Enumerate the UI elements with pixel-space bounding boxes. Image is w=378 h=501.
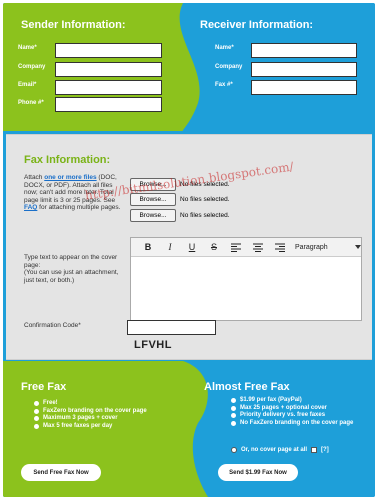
sender-name-input[interactable] [55, 43, 162, 58]
cover-text-note: (You can use just an attachment, just te… [24, 269, 119, 284]
underline-button[interactable]: U [181, 238, 203, 257]
faq-link[interactable]: FAQ [24, 204, 37, 211]
file-input-2[interactable]: Browse... No files selected. [130, 193, 230, 206]
receiver-company-label: Company [215, 64, 243, 70]
no-cover-option: Or, no cover page at all [?] [231, 447, 329, 453]
italic-button[interactable]: I [159, 238, 181, 257]
cover-text-editor[interactable]: B I U S Paragraph [130, 237, 362, 321]
send-paid-fax-button[interactable]: Send $1.99 Fax Now [218, 464, 298, 481]
no-cover-radio[interactable] [231, 447, 237, 453]
bullet-icon [231, 413, 236, 419]
receiver-fax-label: Fax #* [215, 82, 233, 88]
cover-text-label: Type text to appear on the cover page: [24, 254, 118, 269]
no-file-label-3: No files selected. [180, 212, 230, 219]
send-free-fax-button[interactable]: Send Free Fax Now [21, 464, 101, 481]
strikethrough-button[interactable]: S [203, 238, 225, 257]
list-item: Maximum 3 pages + cover [34, 415, 147, 423]
receiver-name-input[interactable] [251, 43, 357, 58]
bullet-icon [231, 398, 236, 404]
bullet-icon [34, 408, 39, 414]
align-left-button[interactable] [225, 238, 247, 257]
free-fax-features: Free! FaxZero branding on the cover page… [34, 400, 147, 430]
align-right-icon [275, 243, 285, 252]
sender-email-input[interactable] [55, 80, 162, 95]
feature-text: FaxZero branding on the cover page [43, 407, 147, 414]
sender-phone-input[interactable] [55, 97, 162, 112]
almost-free-fax-title: Almost Free Fax [204, 381, 290, 393]
browse-button-3[interactable]: Browse... [130, 209, 176, 222]
list-item: Max 5 free faxes per day [34, 423, 147, 431]
align-left-icon [231, 243, 241, 252]
bullet-icon [34, 416, 39, 422]
bullet-icon [34, 401, 39, 407]
free-fax-title: Free Fax [21, 381, 67, 393]
feature-text: Priority delivery vs. free faxes [240, 412, 326, 418]
bullet-icon [231, 420, 236, 426]
captcha-code: LFVHL [134, 339, 172, 351]
fax-information-panel: Fax Information: Attach one or more file… [6, 134, 372, 360]
list-item: FaxZero branding on the cover page [34, 408, 147, 416]
paragraph-select[interactable]: Paragraph [295, 244, 361, 251]
receiver-title: Receiver Information: [200, 19, 314, 31]
feature-text: Max 25 pages + optional cover [240, 404, 327, 411]
almost-free-fax-features: $1.99 per fax (PayPal) Max 25 pages + op… [231, 397, 366, 427]
feature-text: $1.99 per fax (PayPal) [240, 397, 302, 403]
no-cover-label: Or, no cover page at all [241, 447, 308, 453]
file-input-3[interactable]: Browse... No files selected. [130, 209, 230, 222]
attach-text-pre: Attach [24, 174, 45, 181]
list-item: No FaxZero branding on the cover page [231, 420, 366, 428]
receiver-name-label: Name* [215, 45, 234, 51]
confirmation-label: Confirmation Code* [24, 322, 81, 329]
receiver-fax-input[interactable] [251, 80, 357, 95]
list-item: Priority delivery vs. free faxes [231, 412, 366, 420]
bullet-icon [34, 423, 39, 429]
list-item: Free! [34, 400, 147, 408]
no-cover-checkbox[interactable] [311, 447, 318, 453]
paragraph-select-value: Paragraph [295, 243, 328, 251]
sender-phone-label: Phone #* [18, 100, 44, 106]
sender-company-label: Company [18, 64, 46, 70]
confirmation-input[interactable] [127, 320, 216, 335]
feature-text: Maximum 3 pages + cover [43, 415, 118, 421]
bullet-icon [231, 405, 236, 411]
align-right-button[interactable] [269, 238, 291, 257]
fax-title: Fax Information: [24, 154, 111, 166]
list-item: $1.99 per fax (PayPal) [231, 397, 366, 405]
one-or-more-files-link[interactable]: one or more files [44, 174, 96, 181]
align-center-icon [253, 243, 263, 252]
sender-company-input[interactable] [55, 62, 162, 77]
fax-form-frame: Sender Information: Name* Company Email*… [3, 3, 375, 497]
dropdown-arrow-icon [355, 245, 361, 249]
bold-button[interactable]: B [137, 238, 159, 257]
sender-title: Sender Information: [21, 19, 126, 31]
help-link[interactable]: [?] [321, 447, 329, 453]
feature-text: Free! [43, 400, 58, 406]
list-item: Max 25 pages + optional cover [231, 405, 366, 413]
sender-email-label: Email* [18, 82, 37, 88]
editor-toolbar: B I U S Paragraph [131, 238, 361, 257]
no-file-label-2: No files selected. [180, 196, 230, 203]
align-center-button[interactable] [247, 238, 269, 257]
receiver-company-input[interactable] [251, 62, 357, 77]
sender-name-label: Name* [18, 45, 37, 51]
attach-text-end: for attaching multiple pages. [37, 204, 121, 211]
feature-text: Max 5 free faxes per day [43, 422, 113, 429]
feature-text: No FaxZero branding on the cover page [240, 419, 354, 426]
